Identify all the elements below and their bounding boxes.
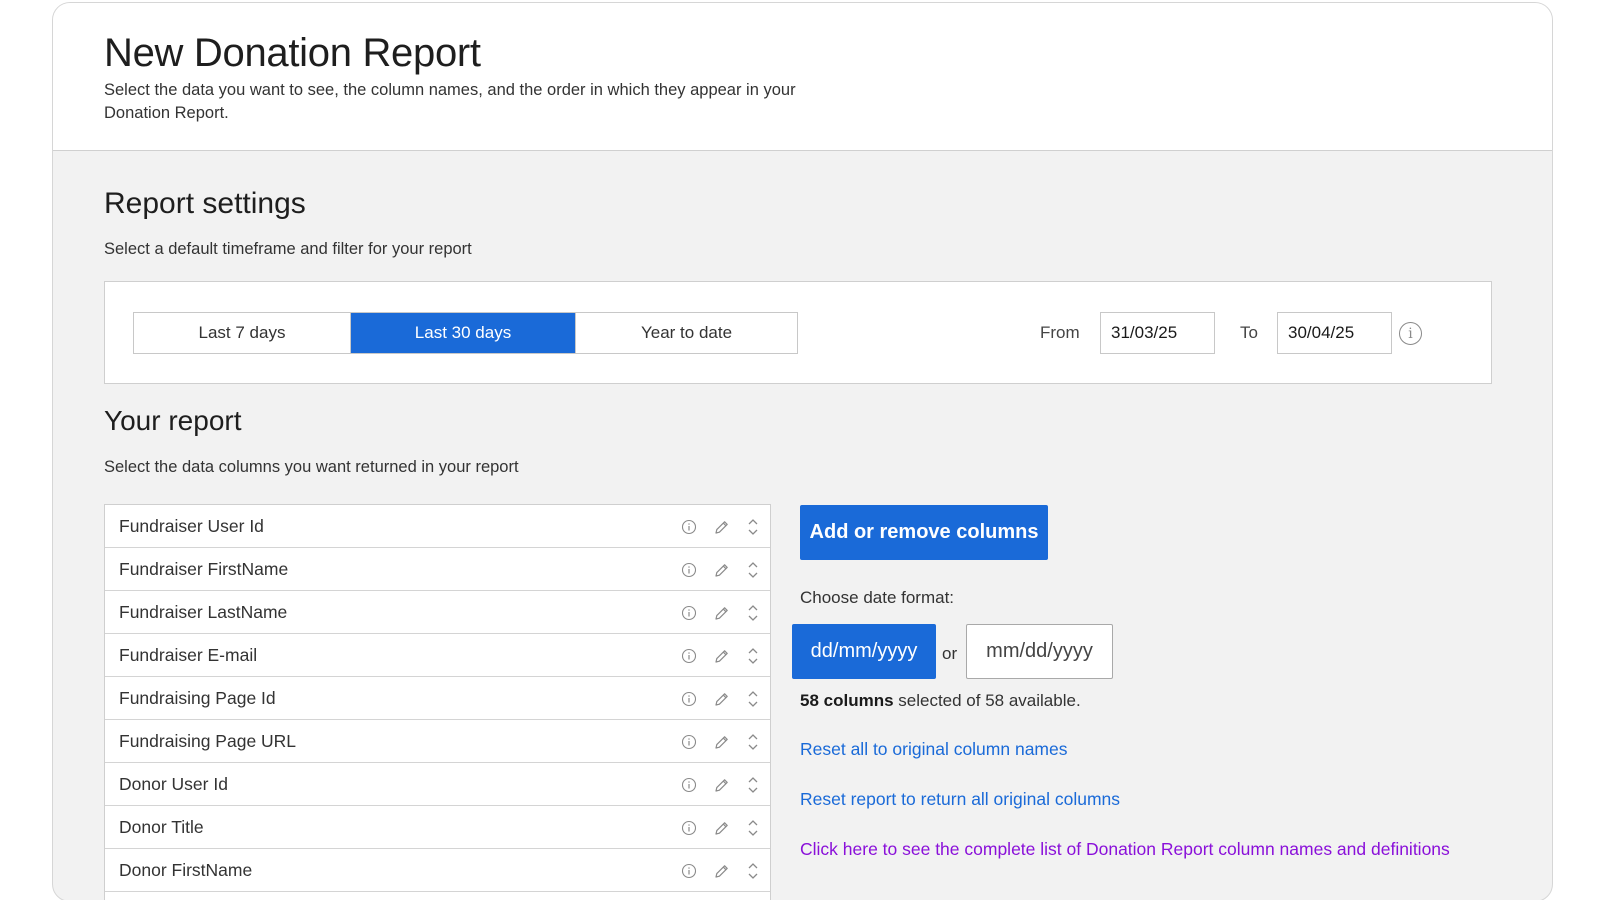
timeframe-toggle-group: Last 7 days Last 30 days Year to date — [133, 312, 798, 354]
info-icon[interactable] — [680, 862, 698, 880]
column-row[interactable]: Fundraiser User Id — [105, 505, 770, 548]
timeframe-last-7-days[interactable]: Last 7 days — [134, 313, 351, 353]
to-date-input[interactable] — [1277, 312, 1392, 354]
column-row[interactable]: Donor LastName — [105, 892, 770, 900]
timeframe-last-30-days[interactable]: Last 30 days — [351, 313, 576, 353]
sort-icon[interactable] — [744, 690, 762, 708]
column-count-text: 58 columns selected of 58 available. — [800, 691, 1081, 711]
your-report-title: Your report — [104, 405, 242, 436]
pencil-icon[interactable] — [712, 690, 730, 708]
or-text: or — [942, 644, 958, 663]
card-header: New Donation Report Select the data you … — [53, 3, 1552, 151]
info-icon[interactable] — [680, 604, 698, 622]
date-format-dd-mm-yyyy-button[interactable]: dd/mm/yyyy — [792, 624, 936, 679]
sort-icon[interactable] — [744, 733, 762, 751]
column-definitions-link[interactable]: Click here to see the complete list of D… — [800, 839, 1450, 860]
info-icon[interactable] — [680, 561, 698, 579]
pencil-icon[interactable] — [712, 733, 730, 751]
report-settings-title: Report settings — [104, 187, 306, 220]
from-date-input[interactable] — [1100, 312, 1215, 354]
column-name: Fundraiser User Id — [119, 516, 264, 536]
column-count-rest: selected of 58 available. — [893, 691, 1081, 710]
from-label: From — [1040, 323, 1080, 342]
sort-icon[interactable] — [744, 604, 762, 622]
column-name: Fundraising Page Id — [119, 688, 276, 708]
to-label: To — [1240, 323, 1258, 342]
info-icon[interactable]: i — [1399, 322, 1422, 345]
report-settings-hint: Select a default timeframe and filter fo… — [104, 240, 472, 258]
column-name: Donor FirstName — [119, 860, 253, 880]
column-row[interactable]: Fundraising Page Id — [105, 677, 770, 720]
pencil-icon[interactable] — [712, 604, 730, 622]
column-row[interactable]: Donor Title — [105, 806, 770, 849]
sort-icon[interactable] — [744, 776, 762, 794]
sort-icon[interactable] — [744, 561, 762, 579]
sort-icon[interactable] — [744, 647, 762, 665]
column-row[interactable]: Fundraiser FirstName — [105, 548, 770, 591]
column-list: Fundraiser User Id Fundraiser FirstName Fu… — [104, 504, 771, 900]
info-icon[interactable] — [680, 776, 698, 794]
report-card: New Donation Report Select the data you … — [52, 2, 1553, 900]
info-icon[interactable] — [680, 819, 698, 837]
column-name: Fundraiser E-mail — [119, 645, 258, 665]
column-name: Fundraiser LastName — [119, 602, 288, 622]
info-icon[interactable] — [680, 647, 698, 665]
date-format-mm-dd-yyyy-button[interactable]: mm/dd/yyyy — [966, 624, 1113, 679]
pencil-icon[interactable] — [712, 518, 730, 536]
column-row[interactable]: Fundraiser E-mail — [105, 634, 770, 677]
timeframe-year-to-date[interactable]: Year to date — [576, 313, 797, 353]
reset-column-names-link[interactable]: Reset all to original column names — [800, 739, 1068, 760]
column-name: Fundraising Page URL — [119, 731, 297, 751]
column-name: Fundraiser FirstName — [119, 559, 289, 579]
column-row[interactable]: Donor User Id — [105, 763, 770, 806]
your-report-hint: Select the data columns you want returne… — [104, 458, 519, 476]
pencil-icon[interactable] — [712, 862, 730, 880]
info-icon[interactable] — [680, 690, 698, 708]
pencil-icon[interactable] — [712, 776, 730, 794]
column-row[interactable]: Fundraiser LastName — [105, 591, 770, 634]
reset-report-columns-link[interactable]: Reset report to return all original colu… — [800, 789, 1120, 810]
column-name: Donor User Id — [119, 774, 228, 794]
timeframe-panel: Last 7 days Last 30 days Year to date Fr… — [104, 281, 1492, 384]
sort-icon[interactable] — [744, 819, 762, 837]
sort-icon[interactable] — [744, 518, 762, 536]
column-row[interactable]: Donor FirstName — [105, 849, 770, 892]
add-remove-columns-button[interactable]: Add or remove columns — [800, 505, 1048, 560]
page-title: New Donation Report — [104, 31, 481, 75]
column-count-bold: 58 columns — [800, 691, 894, 710]
pencil-icon[interactable] — [712, 647, 730, 665]
column-name: Donor Title — [119, 817, 204, 837]
pencil-icon[interactable] — [712, 561, 730, 579]
pencil-icon[interactable] — [712, 819, 730, 837]
column-row[interactable]: Fundraising Page URL — [105, 720, 770, 763]
sort-icon[interactable] — [744, 862, 762, 880]
info-icon[interactable] — [680, 733, 698, 751]
page-subtitle: Select the data you want to see, the col… — [104, 81, 796, 122]
info-icon[interactable] — [680, 518, 698, 536]
date-format-label: Choose date format: — [800, 588, 955, 607]
